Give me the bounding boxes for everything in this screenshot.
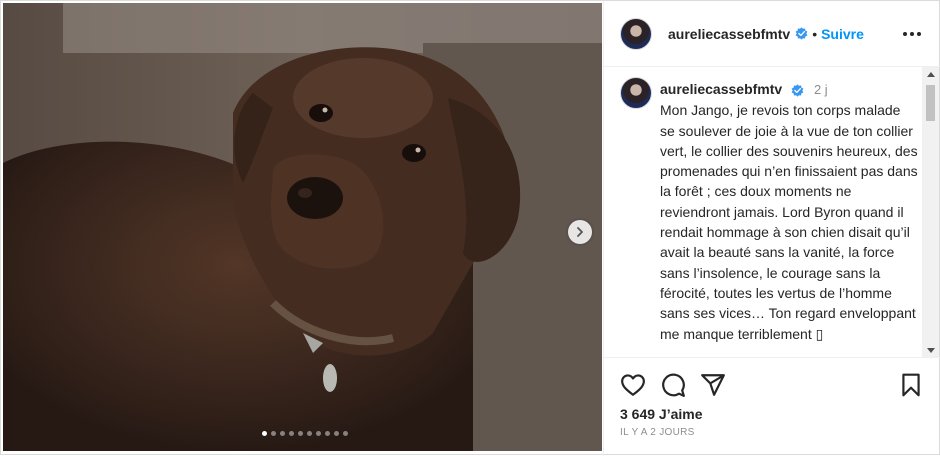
caption-timestamp[interactable]: 2 j (814, 82, 828, 97)
separator-dot: • (812, 25, 818, 42)
heart-icon[interactable] (620, 372, 646, 398)
more-options-icon[interactable] (902, 25, 922, 43)
dog-photo (3, 3, 602, 451)
likes-count[interactable]: 3 649 J’aime (620, 406, 703, 422)
carousel-dot (279, 431, 285, 436)
post-photo[interactable] (3, 3, 602, 451)
post-time-ago[interactable]: IL Y A 2 JOURS (620, 427, 695, 438)
chevron-right-icon (577, 227, 583, 237)
caption: aureliecassebfmtv 2 j Mon Jango, je revo… (660, 79, 918, 344)
carousel-dot (270, 431, 276, 436)
scrollbar-thumb[interactable] (926, 85, 935, 121)
post-header: aureliecassebfmtv • Suivre (604, 1, 940, 67)
scroll-up-arrow-icon[interactable] (922, 67, 939, 81)
paper-plane-icon[interactable] (700, 372, 726, 398)
carousel-dot (288, 431, 294, 436)
header-username[interactable]: aureliecassebfmtv (668, 26, 790, 42)
carousel-dot (324, 431, 330, 436)
carousel-dot (333, 431, 339, 436)
avatar[interactable] (620, 77, 652, 109)
carousel-dot (306, 431, 312, 436)
follow-button[interactable]: Suivre (821, 26, 864, 42)
scroll-down-arrow-icon[interactable] (922, 343, 939, 357)
scrollbar[interactable] (922, 67, 939, 357)
carousel-dot (342, 431, 348, 436)
carousel-indicator (3, 431, 602, 436)
caption-username[interactable]: aureliecassebfmtv (660, 81, 782, 97)
caption-section: aureliecassebfmtv 2 j Mon Jango, je revo… (604, 67, 940, 357)
verified-badge-icon (795, 27, 808, 40)
carousel-dot (297, 431, 303, 436)
bookmark-icon[interactable] (898, 372, 924, 398)
verified-badge-icon (791, 84, 804, 97)
carousel-dot (261, 431, 267, 436)
action-bar: 3 649 J’aime IL Y A 2 JOURS (604, 357, 940, 456)
carousel-next-button[interactable] (568, 220, 592, 244)
carousel-dot (315, 431, 321, 436)
avatar[interactable] (620, 17, 652, 50)
post-dialog: aureliecassebfmtv • Suivre aureliecasseb… (0, 0, 940, 456)
comment-icon[interactable] (660, 372, 686, 398)
caption-text: Mon Jango, je revois ton corps malade se… (660, 102, 918, 342)
post-sidebar: aureliecassebfmtv • Suivre aureliecasseb… (603, 1, 940, 456)
